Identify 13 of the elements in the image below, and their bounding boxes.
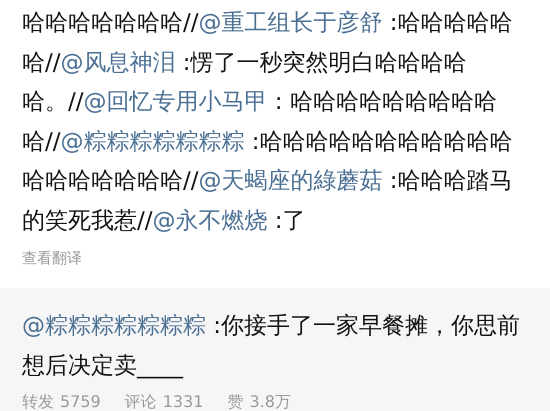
mention-link[interactable]: @永不燃烧 xyxy=(152,208,268,234)
stat-text[interactable]: 赞 3.8万 xyxy=(227,390,291,411)
mention-link[interactable]: @回忆专用小马甲 xyxy=(84,89,268,115)
mention-link[interactable]: @粽粽粽粽粽粽粽 xyxy=(60,128,244,154)
stat-text[interactable]: 转发 5759 xyxy=(22,390,101,411)
mention-link[interactable]: @天蝎座的綠蘑菇 xyxy=(198,168,382,194)
quoted-post-text: @粽粽粽粽粽粽粽 :你接手了一家早餐摊，你思前想后决定卖____ xyxy=(22,312,522,380)
stat-text[interactable]: 评论 1331 xyxy=(124,390,204,411)
mention-link[interactable]: @粽粽粽粽粽粽粽 xyxy=(22,312,206,338)
comment-text: 哈哈哈哈哈哈哈//@重工组长于彦舒 :哈哈哈哈哈哈//@风息神泪 :愣了一秒突然明白哈哈哈哈哈。//@回忆专用小马甲 : 哈哈哈哈哈哈哈哈哈哈//@粽粽粽粽粽粽粽 :哈哈哈哈哈哈哈哈哈哈哈哈哈哈哈哈哈哈//@天蝎座的綠蘑菇 :哈哈哈踏马的笑死我惹//@永不燃烧 :了 xyxy=(22,9,514,236)
mention-link[interactable]: @风息神泪 xyxy=(60,50,176,76)
translate-link[interactable]: 查看翻译 xyxy=(22,247,528,270)
mention-link[interactable]: @重工组长于彦舒 xyxy=(198,10,382,36)
